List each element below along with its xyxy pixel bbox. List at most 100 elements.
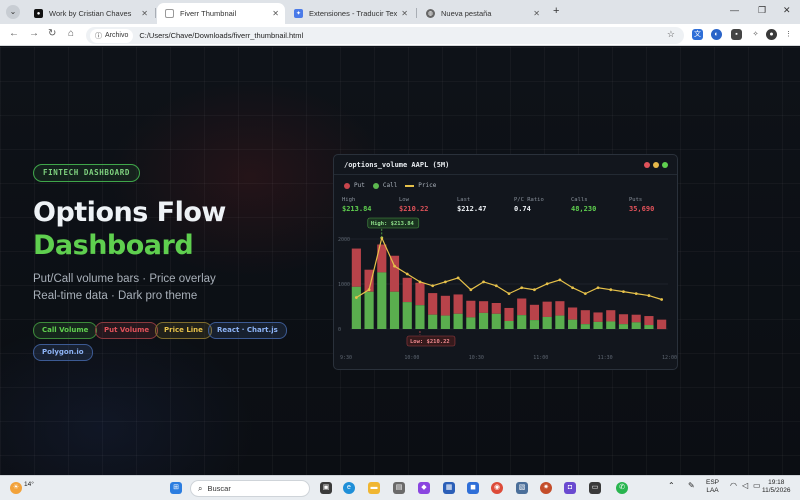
tab-nueva-pestana[interactable]: ◍ Nueva pestaña ✕ <box>418 3 546 24</box>
chevron-up-icon[interactable]: ⌃ <box>668 482 675 490</box>
terminal-icon[interactable]: ▭ <box>589 482 601 494</box>
tab-fiverr-thumbnail[interactable]: Fiverr Thumbnail ✕ <box>157 3 285 24</box>
call-bar <box>466 317 476 329</box>
pen-icon[interactable]: ✎ <box>688 482 695 490</box>
volume-icon[interactable]: ◁ <box>742 482 748 490</box>
stat-label: P/C Ratio <box>514 197 544 203</box>
home-icon[interactable]: ⌂ <box>68 28 74 39</box>
x-tick-label: 10:30 <box>469 355 484 361</box>
app-icon[interactable]: ▧ <box>516 482 528 494</box>
call-bar <box>415 305 425 329</box>
translate-extension-icon[interactable]: 文 <box>692 29 703 40</box>
site-info-chip[interactable]: ⓘ Archivo <box>90 28 134 43</box>
file-explorer-icon[interactable]: ▬ <box>368 482 380 494</box>
discord-icon[interactable]: ◘ <box>564 482 576 494</box>
stat-label: Last <box>457 197 471 203</box>
puzzle-icon: ✦ <box>294 9 303 18</box>
chip-label: Archivo <box>105 32 129 39</box>
lang-layout: LAA <box>706 487 719 494</box>
price-point <box>647 294 651 297</box>
clock-time: 19:18 <box>768 479 785 486</box>
call-bar <box>478 312 489 329</box>
weather-icon[interactable]: ☀ <box>10 482 22 494</box>
price-point <box>545 282 549 286</box>
extension-icon[interactable]: ◐ <box>711 29 722 40</box>
clock[interactable]: 19:18 11/5/2026 <box>762 479 790 495</box>
tab-title: Extensiones - Traducir Texto Se <box>309 9 398 18</box>
bookmark-star-icon[interactable]: ☆ <box>667 29 675 40</box>
y-tick-label: 0 <box>338 327 341 333</box>
price-point <box>571 286 574 290</box>
price-point <box>520 286 524 290</box>
clock-date: 11/5/2026 <box>762 487 791 494</box>
put-bar <box>517 298 527 316</box>
back-arrow-icon[interactable]: ← <box>9 28 19 39</box>
call-bar <box>593 321 603 329</box>
call-bar <box>555 315 565 329</box>
tab-work-by-cristian[interactable]: ● Work by Cristian Chaves ✕ <box>26 3 154 24</box>
language-indicator[interactable]: ESP LAA <box>706 479 719 495</box>
legend-label: Price <box>418 182 437 189</box>
call-bar <box>517 315 527 329</box>
stat-pc-ratio: P/C Ratio 0.74 <box>514 197 544 213</box>
windows-start-icon[interactable]: ⊞ <box>170 482 182 494</box>
edge-icon[interactable]: e <box>343 482 355 494</box>
call-bar <box>618 324 629 329</box>
call-bar <box>428 314 438 329</box>
put-bar <box>580 310 590 325</box>
reload-icon[interactable]: ↻ <box>48 28 56 39</box>
red-dot-icon <box>644 162 650 168</box>
new-tab-button[interactable]: + <box>553 5 559 17</box>
hero-subtitle-line1: Put/Call volume bars · Price overlay <box>33 273 216 285</box>
taskbar-search[interactable]: ⌕ Buscar <box>190 480 310 497</box>
price-point <box>583 292 587 296</box>
x-tick-label: 11:30 <box>598 355 613 361</box>
page-icon <box>165 9 174 18</box>
app-icon[interactable]: ✷ <box>540 482 552 494</box>
close-icon[interactable]: ✕ <box>401 9 408 18</box>
store-icon[interactable]: ▤ <box>393 482 405 494</box>
close-window-icon[interactable]: ✕ <box>783 5 791 16</box>
hero-title-line2: Dashboard <box>33 230 194 261</box>
copilot-icon[interactable]: ◆ <box>418 482 430 494</box>
call-bar <box>606 321 616 329</box>
price-point <box>418 280 422 284</box>
task-view-icon[interactable]: ▣ <box>320 482 332 494</box>
price-point <box>660 298 664 301</box>
x-tick-label: 9:30 <box>340 355 352 361</box>
tab-search-chevron-icon[interactable]: ⌄ <box>6 5 20 19</box>
green-dot-icon <box>662 162 668 168</box>
stat-value: $212.47 <box>457 205 487 213</box>
tab-extensiones[interactable]: ✦ Extensiones - Traducir Texto Se ✕ <box>286 3 414 24</box>
windows-taskbar: ☀ 14° ⊞ ⌕ Buscar ▣ e ▬ ▤ ◆ ▦ ◼ ◉ ▧ ✷ ◘ ▭… <box>0 475 800 500</box>
close-icon[interactable]: ✕ <box>272 9 279 18</box>
put-bar <box>631 314 641 323</box>
chrome-icon[interactable]: ◉ <box>491 482 503 494</box>
pill-price-line: Price Line <box>155 322 212 339</box>
stat-value: 0.74 <box>514 205 531 213</box>
close-icon[interactable]: ✕ <box>141 9 148 18</box>
put-bar <box>542 301 552 317</box>
puzzle-icon[interactable]: ✧ <box>750 29 761 40</box>
put-bar <box>618 314 629 325</box>
pill-call-volume: Call Volume <box>33 322 98 339</box>
price-point <box>622 290 625 294</box>
address-bar[interactable]: ⓘ Archivo C:/Users/Chave/Downloads/fiver… <box>86 27 684 44</box>
restore-icon[interactable]: ❐ <box>758 5 766 16</box>
price-point <box>431 284 435 288</box>
extension-icon[interactable]: ▪ <box>731 29 742 40</box>
app-icon[interactable]: ▦ <box>443 482 455 494</box>
y-tick-label: 2000 <box>338 237 350 243</box>
forward-arrow-icon[interactable]: → <box>29 28 39 39</box>
minimize-icon[interactable]: — <box>730 5 739 15</box>
whatsapp-icon[interactable]: ✆ <box>616 482 628 494</box>
price-point <box>469 288 473 292</box>
battery-icon[interactable]: ▭ <box>753 482 761 490</box>
price-point <box>494 284 498 288</box>
app-icon[interactable]: ◼ <box>467 482 479 494</box>
profile-avatar[interactable]: ● <box>766 29 777 40</box>
call-bar <box>542 316 552 329</box>
close-icon[interactable]: ✕ <box>533 9 540 18</box>
wifi-icon[interactable]: ◠ <box>730 482 737 490</box>
menu-dots-icon[interactable]: ⋮ <box>783 29 794 40</box>
